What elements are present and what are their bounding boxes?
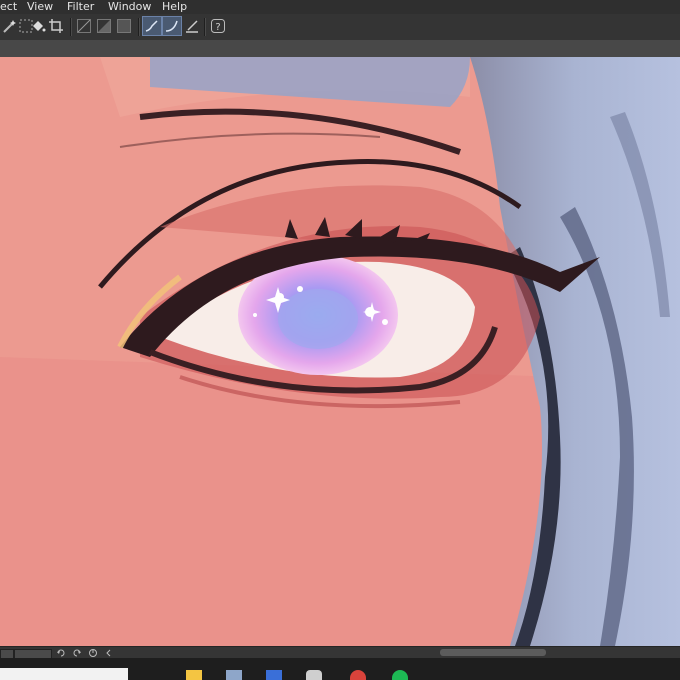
- reset-rotation-icon[interactable]: [88, 648, 98, 658]
- app-icon[interactable]: [266, 670, 282, 680]
- clip-studio-icon[interactable]: [306, 670, 322, 680]
- ruler-shape-icon[interactable]: [116, 18, 132, 34]
- menu-object[interactable]: ect: [0, 0, 17, 14]
- menu-window[interactable]: Window: [108, 0, 151, 14]
- explorer-icon[interactable]: [186, 670, 202, 680]
- command-toolbar: ?: [0, 14, 680, 41]
- menu-bar: ect View Filter Window Help: [0, 0, 680, 14]
- ruler-curve-icon[interactable]: [96, 18, 112, 34]
- help-question-icon[interactable]: ?: [210, 18, 226, 34]
- rotate-left-icon[interactable]: [56, 648, 66, 658]
- menu-view[interactable]: View: [27, 0, 53, 14]
- toolbar-separator: [70, 18, 72, 36]
- files-icon[interactable]: [226, 670, 242, 680]
- drawing-canvas[interactable]: [0, 57, 680, 646]
- toolbar-separator: [138, 18, 140, 36]
- toolbar-separator: [204, 18, 206, 36]
- rotate-right-icon[interactable]: [72, 648, 82, 658]
- spotify-icon[interactable]: [392, 670, 408, 680]
- artwork-eye-painting: [0, 57, 680, 646]
- pen-stroke-icon[interactable]: [142, 16, 162, 36]
- fill-bucket-icon[interactable]: [30, 18, 46, 34]
- horizontal-scrollbar[interactable]: [440, 649, 546, 656]
- taskbar-search-box[interactable]: [0, 668, 128, 680]
- ruler-line-icon[interactable]: [76, 18, 92, 34]
- windows-taskbar: [0, 658, 680, 680]
- magic-wand-icon[interactable]: [2, 18, 18, 34]
- pen-curve-icon[interactable]: [162, 16, 182, 36]
- svg-text:?: ?: [215, 22, 220, 33]
- menu-filter[interactable]: Filter: [67, 0, 94, 14]
- menu-help[interactable]: Help: [162, 0, 187, 14]
- pen-tilt-icon[interactable]: [184, 18, 200, 34]
- crop-icon[interactable]: [48, 18, 64, 34]
- scroll-left-icon[interactable]: [104, 648, 114, 658]
- canvas-tab-strip: [0, 40, 680, 58]
- chrome-icon[interactable]: [350, 670, 366, 680]
